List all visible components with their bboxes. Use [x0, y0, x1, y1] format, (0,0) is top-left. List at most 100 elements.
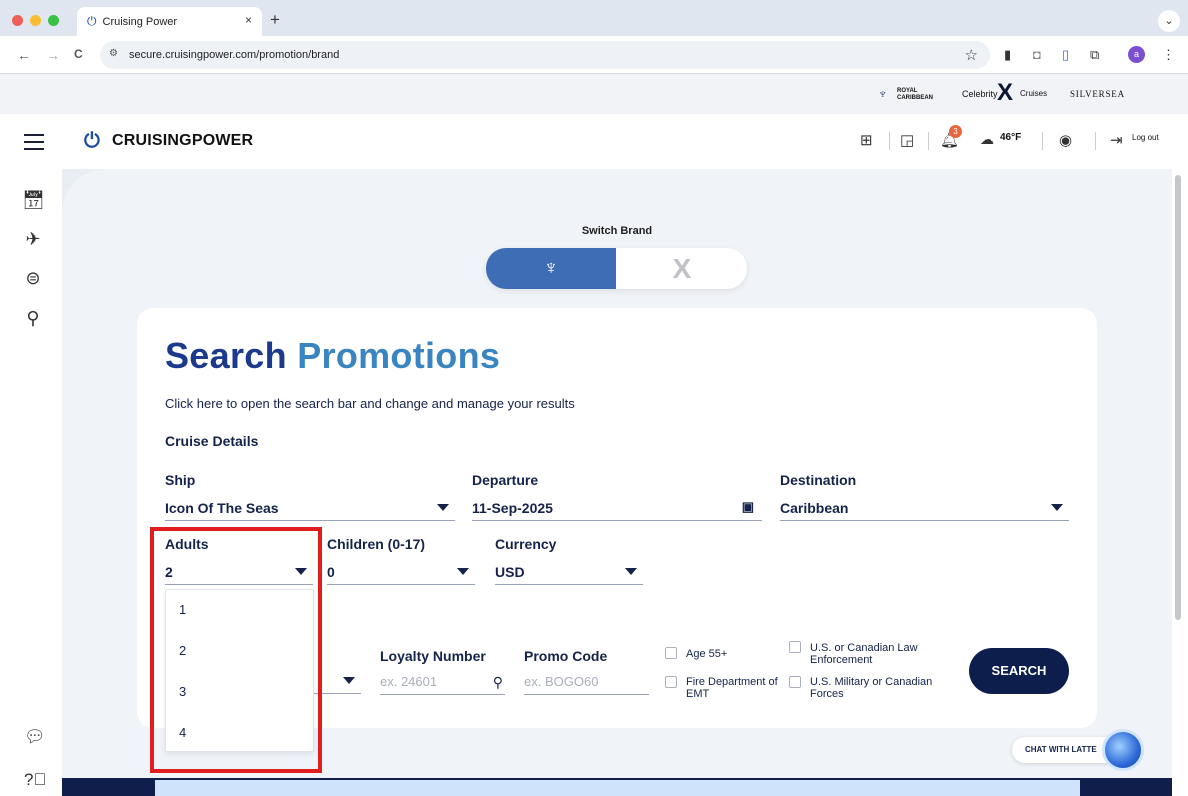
calendar-add-icon[interactable]: 📅︎ — [22, 190, 45, 211]
chevron-down-icon — [437, 504, 449, 511]
cruisingpower-logo[interactable]: ⏻ CRUISINGPOWER — [80, 129, 253, 153]
forward-icon[interactable]: → — [46, 47, 60, 63]
military-checkbox[interactable] — [789, 676, 801, 688]
tab-close-icon[interactable]: × — [245, 13, 252, 27]
close-window-button[interactable] — [12, 15, 23, 26]
browser-tab-strip: ⏻ Cruising Power × + ⌄ — [0, 0, 1188, 36]
search-icon[interactable]: ⚲ — [493, 674, 503, 691]
scrollbar-thumb[interactable] — [1175, 175, 1181, 620]
loyalty-number-input[interactable] — [380, 671, 505, 689]
departure-label: Departure — [472, 472, 539, 488]
bookmark-star-icon[interactable]: ☆ — [965, 46, 978, 64]
calendar-icon[interactable]: ▣ — [742, 499, 754, 515]
account-icon[interactable]: ◉ — [1059, 131, 1072, 149]
promo-code-field[interactable] — [524, 671, 649, 695]
fire-emt-checkbox[interactable] — [665, 676, 677, 688]
loyalty-number-label: Loyalty Number — [380, 648, 486, 664]
notification-badge: 3 — [949, 125, 962, 138]
royal-caribbean-logo[interactable]: ROYAL CARIBBEAN — [897, 88, 942, 102]
page-title: Search Promotions — [165, 335, 500, 377]
plane-icon[interactable]: ✈︎ — [22, 229, 44, 250]
promo-code-label: Promo Code — [524, 648, 608, 664]
ship-label: Ship — [165, 472, 196, 488]
chevron-down-icon — [457, 568, 469, 575]
reading-icon[interactable]: ▯ — [1062, 47, 1069, 63]
anchor-crown-icon: ♆ — [543, 257, 559, 279]
chat-orb-icon[interactable] — [1102, 729, 1144, 771]
power-ship-icon: ⏻ — [83, 130, 101, 152]
new-tab-button[interactable]: + — [270, 10, 280, 30]
loyalty-number-field[interactable]: ⚲ — [380, 671, 505, 695]
coin-icon[interactable]: ⊜ — [22, 268, 44, 289]
reload-icon[interactable]: C — [74, 47, 83, 61]
footer-banner — [155, 780, 1080, 796]
maximize-window-button[interactable] — [48, 15, 59, 26]
silversea-logo[interactable]: SILVERSEA — [1070, 89, 1125, 99]
royal-caribbean-brand-option[interactable]: ♆ — [486, 248, 616, 289]
children-select[interactable]: 0 — [327, 561, 475, 585]
age-55-label: Age 55+ — [686, 648, 728, 660]
tab-title: Cruising Power — [102, 15, 178, 28]
currency-value: USD — [495, 564, 525, 580]
chevron-down-icon — [343, 677, 355, 684]
chevron-down-icon — [625, 568, 637, 575]
hamburger-menu-icon[interactable] — [24, 134, 44, 155]
tab-search-chevron-icon[interactable]: ⌄ — [1158, 10, 1180, 32]
minimize-window-button[interactable] — [30, 15, 41, 26]
celebrity-brand-option[interactable]: X — [617, 248, 747, 289]
help-icon[interactable]: ?⃝ — [24, 770, 46, 790]
site-info-icon[interactable]: ⚙ — [109, 48, 118, 59]
back-icon[interactable]: ← — [17, 47, 31, 63]
tab-favicon-icon: ⏻ — [87, 14, 97, 28]
destination-label: Destination — [780, 472, 857, 488]
law-enforcement-checkbox[interactable] — [789, 641, 801, 653]
military-label: U.S. Military or Canadian Forces — [810, 676, 933, 700]
brand-bar: ♆ ROYAL CARIBBEAN Celebrity X Cruises SI… — [0, 74, 1188, 114]
extension-icon[interactable]: ▮ — [1004, 47, 1011, 63]
promo-code-input[interactable] — [524, 671, 649, 689]
browser-tab[interactable]: ⏻ Cruising Power × — [77, 7, 262, 36]
children-label: Children (0-17) — [327, 536, 426, 552]
currency-label: Currency — [495, 536, 557, 552]
url-field[interactable]: ⚙ secure.cruisingpower.com/promotion/bra… — [100, 41, 990, 69]
celebrity-x-icon: X — [997, 79, 1014, 106]
highlight-annotation-box — [150, 527, 322, 773]
destination-select[interactable]: Caribbean — [780, 497, 1069, 521]
chat-support-icon[interactable]: 💬︎ — [24, 727, 46, 747]
brand-switch-toggle[interactable]: ♆ X — [486, 248, 747, 289]
celebrity-cruises-text: Cruises — [1020, 89, 1048, 98]
royal-caribbean-anchor-icon: ♆ — [878, 86, 888, 101]
address-bar-row: ← → C ⚙ secure.cruisingpower.com/promoti… — [0, 36, 1188, 74]
currency-select[interactable]: USD — [495, 561, 643, 585]
departure-date-field[interactable]: 11-Sep-2025 ▣ — [472, 497, 762, 521]
browser-menu-icon[interactable]: ⋮ — [1162, 47, 1175, 63]
logo-text: CRUISINGPOWER — [112, 132, 254, 149]
fire-emt-label: Fire Department of EMT — [686, 676, 778, 700]
celebrity-x-icon: X — [672, 253, 692, 284]
cruise-details-heading: Cruise Details — [165, 433, 259, 449]
open-search-bar-link[interactable]: Click here to open the search bar and ch… — [165, 396, 575, 411]
profile-avatar[interactable]: a — [1128, 46, 1145, 63]
url-text: secure.cruisingpower.com/promotion/brand — [129, 49, 340, 61]
destination-value: Caribbean — [780, 500, 849, 516]
title-part-1: Search — [165, 335, 287, 376]
departure-value: 11-Sep-2025 — [472, 500, 553, 516]
weather-temp: 46°F — [1000, 132, 1022, 143]
puzzle-extensions-icon[interactable]: ⧉ — [1090, 47, 1099, 63]
logout-link[interactable]: Log out — [1132, 133, 1159, 142]
search-button[interactable]: SEARCH — [969, 648, 1069, 694]
logout-icon[interactable]: ⇥ — [1110, 131, 1123, 149]
apps-grid-icon[interactable]: ⊞ — [860, 131, 873, 149]
chevron-down-icon — [1051, 504, 1063, 511]
cloud-weather-icon: ☁︎ — [980, 131, 994, 147]
messages-icon[interactable]: ◲ — [900, 131, 914, 149]
law-enforcement-label: U.S. or Canadian Law Enforcement — [810, 642, 918, 666]
ship-value: Icon Of The Seas — [165, 500, 279, 516]
ship-select[interactable]: Icon Of The Seas — [165, 497, 455, 521]
celebrity-logo[interactable]: Celebrity — [962, 89, 998, 99]
location-pin-icon[interactable]: ⚲ — [22, 308, 44, 329]
title-part-2: Promotions — [297, 335, 501, 376]
children-value: 0 — [327, 564, 335, 580]
age-55-checkbox[interactable] — [665, 647, 677, 659]
camera-icon[interactable]: ◘ — [1033, 47, 1041, 62]
